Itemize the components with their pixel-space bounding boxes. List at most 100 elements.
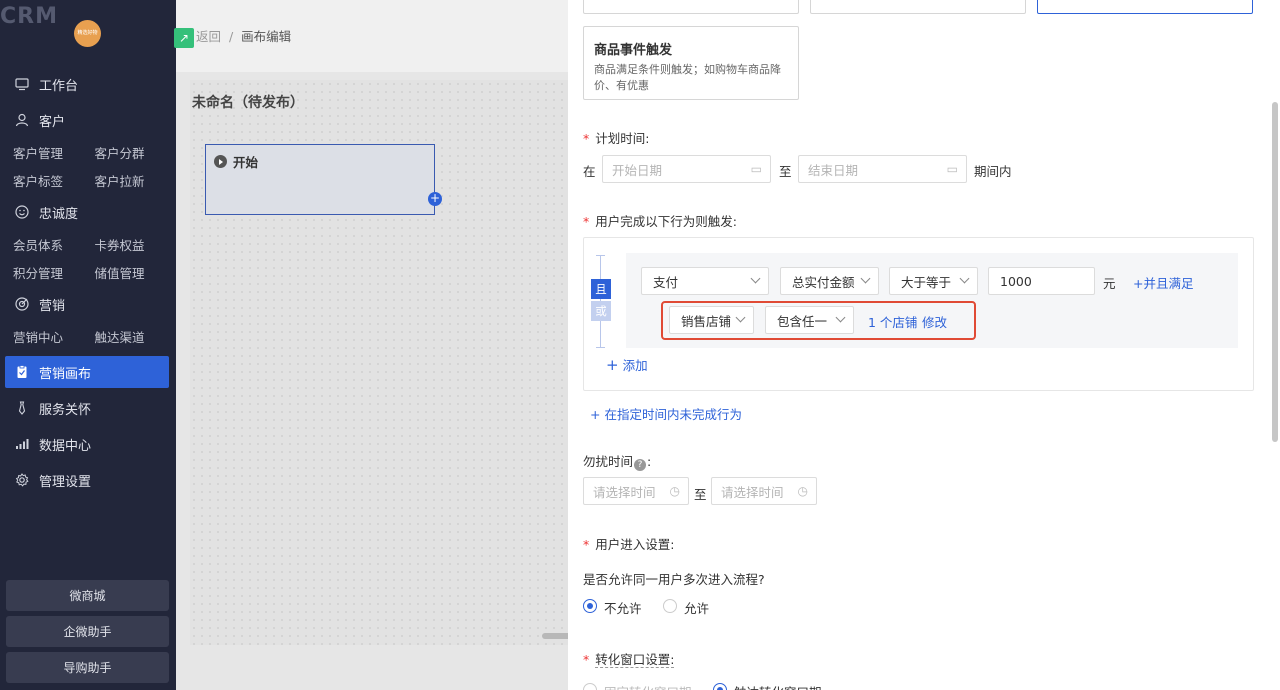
end-date-input[interactable]: 结束日期 ▭ [798, 155, 967, 183]
canvas-title: 未命名（待发布） [192, 95, 304, 111]
menu-label: 忠诚度 [39, 206, 79, 222]
guide-assistant-button[interactable]: 导购助手 [6, 652, 169, 683]
radio-disallow[interactable] [583, 599, 597, 613]
plan-time-suffix: 期间内 [974, 164, 1012, 179]
trigger-type-card-3[interactable] [1037, 0, 1253, 14]
unit-label: 元 [1103, 276, 1116, 291]
dnd-label: 勿扰时间?: [583, 454, 652, 471]
entry-question: 是否允许同一用户多次进入流程? [583, 572, 765, 587]
start-node[interactable]: 开始 [205, 144, 435, 215]
chevron-down-icon [959, 273, 970, 284]
top-bar: ↗ 返回 / 画布编辑 [174, 0, 568, 72]
menu-settings[interactable]: 管理设置 [0, 462, 176, 498]
menu-label: 营销画布 [39, 366, 92, 382]
amount-input[interactable]: 1000 [988, 267, 1095, 295]
menu-label: 工作台 [39, 78, 79, 94]
radio-allow-label[interactable]: 允许 [684, 598, 709, 617]
clipboard-icon [14, 364, 30, 380]
chevron-down-icon [750, 273, 761, 284]
breadcrumb-sep: / [228, 29, 234, 44]
sidebar-item-member[interactable]: 会员体系 [13, 235, 95, 254]
menu-label: 管理设置 [39, 474, 92, 490]
sidebar: CRM 精选好物 工作台 客户 客户管理 客户分群 客户标签 客户拉新 忠诚度 … [0, 0, 176, 690]
wecom-assistant-button[interactable]: 企微助手 [6, 616, 169, 647]
sidebar-item-marketing-center[interactable]: 营销中心 [13, 327, 95, 346]
radio-touch-window[interactable] [713, 683, 727, 690]
calendar-icon: ▭ [750, 162, 762, 176]
tie-icon [14, 400, 30, 416]
and-toggle[interactable]: 且 [591, 279, 611, 299]
trigger-type-card-2[interactable] [810, 0, 1026, 14]
sidebar-item-marketing-canvas[interactable]: 营销画布 [5, 356, 169, 388]
plus-icon: + [606, 356, 619, 374]
menu-care[interactable]: 服务关怀 [0, 390, 176, 426]
add-node-button[interactable]: + [428, 192, 442, 206]
avatar[interactable]: 精选好物 [74, 20, 101, 47]
action-select[interactable]: 支付 [641, 267, 769, 295]
dnd-start-input[interactable]: 请选择时间 ◷ [583, 477, 689, 505]
or-toggle[interactable]: 或 [591, 301, 611, 321]
menu-marketing[interactable]: 营销 [0, 286, 176, 322]
plan-time-label: * 计划时间: [583, 131, 650, 146]
mall-button[interactable]: 微商城 [6, 580, 169, 611]
menu-label: 服务关怀 [39, 402, 92, 418]
sidebar-item-channels[interactable]: 触达渠道 [95, 327, 177, 346]
behavior-label: * 用户完成以下行为则触发: [583, 214, 737, 229]
radio-fixed-window-label[interactable]: 固定转化窗口期 [604, 682, 692, 690]
back-icon[interactable]: ↗ [174, 28, 194, 48]
sidebar-item-customer-tag[interactable]: 客户标签 [13, 171, 95, 190]
monitor-icon [14, 76, 30, 92]
sidebar-item-customer-segment[interactable]: 客户分群 [95, 143, 177, 162]
highlight-box [661, 301, 976, 340]
trigger-type-card-1[interactable] [583, 0, 799, 14]
menu-workbench[interactable]: 工作台 [0, 66, 176, 102]
menu-label: 营销 [39, 298, 66, 314]
dnd-to: 至 [694, 487, 707, 502]
menu-label: 客户 [39, 114, 66, 130]
bar-chart-icon [14, 436, 30, 452]
sidebar-item-points[interactable]: 积分管理 [13, 263, 95, 282]
gear-icon [14, 472, 30, 488]
menu-loyalty[interactable]: 忠诚度 [0, 194, 176, 230]
logo-area: CRM 精选好物 [0, 0, 176, 66]
sidebar-item-stored-value[interactable]: 储值管理 [95, 263, 177, 282]
radio-fixed-window[interactable] [583, 683, 597, 690]
radio-disallow-label[interactable]: 不允许 [604, 598, 642, 617]
target-icon [14, 296, 30, 312]
breadcrumb-current: 画布编辑 [241, 29, 292, 44]
canvas-area: ↗ 返回 / 画布编辑 未命名（待发布） 开始 + [174, 0, 572, 690]
user-icon [14, 112, 30, 128]
metric-select[interactable]: 总实付金额 [780, 267, 879, 295]
entry-label: * 用户进入设置: [583, 537, 675, 552]
clock-icon: ◷ [797, 484, 808, 498]
not-done-behavior-link[interactable]: + 在指定时间内未完成行为 [590, 404, 742, 423]
help-icon[interactable]: ? [634, 459, 647, 471]
sidebar-item-customer-manage[interactable]: 客户管理 [13, 143, 95, 162]
start-node-label: 开始 [233, 155, 259, 170]
menu-label: 数据中心 [39, 438, 92, 454]
calendar-icon: ▭ [946, 162, 958, 176]
event-card-title: 商品事件触发 [594, 43, 673, 58]
sidebar-item-customer-acquire[interactable]: 客户拉新 [95, 171, 177, 190]
menu-customer[interactable]: 客户 [0, 102, 176, 138]
clock-icon: ◷ [669, 484, 680, 498]
plan-time-prefix: 在 [583, 164, 596, 179]
sidebar-item-coupon[interactable]: 卡券权益 [95, 235, 177, 254]
add-behavior-link[interactable]: + 添加 [606, 355, 648, 374]
product-event-card[interactable]: 商品事件触发 商品满足条件则触发；如购物车商品降价、有优惠 [583, 26, 799, 100]
menu-data[interactable]: 数据中心 [0, 426, 176, 462]
operator-select[interactable]: 大于等于 [889, 267, 978, 295]
logo: CRM [0, 4, 58, 29]
breadcrumb-back[interactable]: 返回 [196, 29, 221, 44]
radio-allow[interactable] [663, 599, 677, 613]
play-icon [214, 155, 227, 168]
breadcrumb: 返回 / 画布编辑 [196, 26, 291, 45]
smile-icon [14, 204, 30, 220]
plan-time-to: 至 [779, 164, 792, 179]
event-card-desc: 商品满足条件则触发；如购物车商品降价、有优惠 [594, 63, 781, 92]
dnd-end-input[interactable]: 请选择时间 ◷ [711, 477, 817, 505]
add-and-condition-link[interactable]: +并且满足 [1133, 273, 1193, 292]
radio-touch-window-label[interactable]: 触达转化窗口期 [734, 682, 822, 690]
vertical-scrollbar[interactable] [1272, 102, 1278, 442]
start-date-input[interactable]: 开始日期 ▭ [602, 155, 771, 183]
